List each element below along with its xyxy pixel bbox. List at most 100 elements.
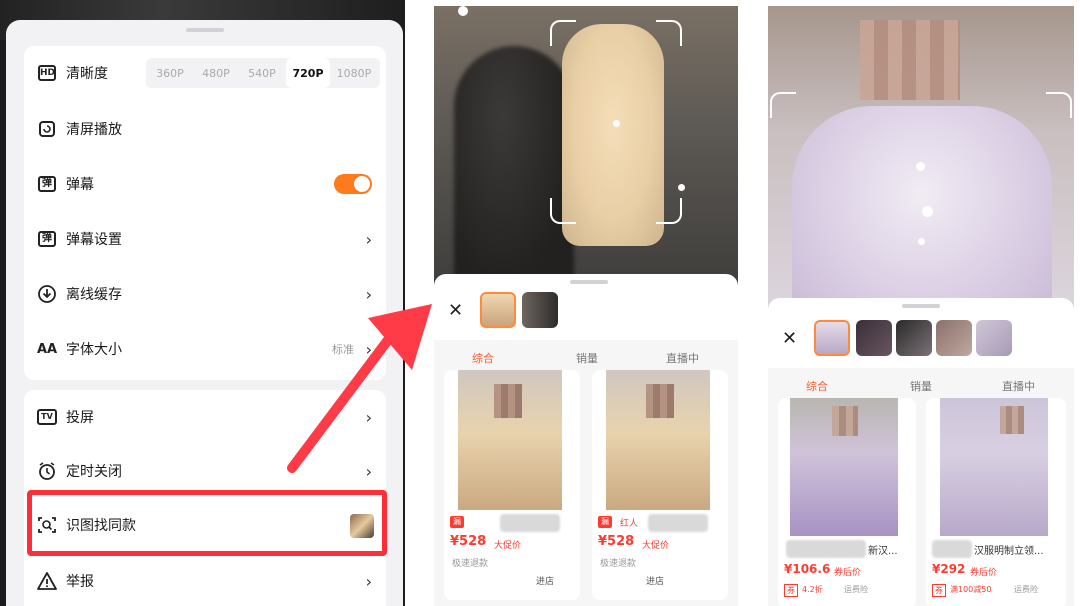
- coupon-badge: 券: [784, 584, 798, 597]
- close-icon[interactable]: ✕: [782, 328, 797, 349]
- tab-live[interactable]: 直播中: [1002, 378, 1035, 394]
- warning-icon: [36, 570, 58, 592]
- quality-selector: 360P 480P 540P 720P 1080P: [146, 58, 380, 88]
- clear-screen-row[interactable]: 清屏播放: [24, 102, 386, 156]
- detection-dot[interactable]: [916, 162, 925, 171]
- quality-option-360p[interactable]: 360P: [148, 58, 192, 88]
- download-icon: [36, 283, 58, 305]
- chevron-right-icon: ›: [365, 571, 372, 591]
- blurred-face: [860, 20, 960, 100]
- detection-dot[interactable]: [458, 6, 468, 16]
- report-row[interactable]: 举报 ›: [24, 554, 386, 606]
- price-note: 券后价: [970, 568, 998, 578]
- blurred-title: [786, 540, 866, 558]
- tab-comprehensive[interactable]: 综合: [806, 378, 828, 394]
- result-area: 综合 销量 直播中 漏 ¥528 大促价 极速退款 进店 漏 红人 ¥528 大…: [434, 340, 738, 606]
- blurred-face: [646, 384, 674, 418]
- tv-icon: TV: [36, 406, 58, 428]
- danmaku-icon: 弹: [36, 173, 58, 195]
- product-tag: 漏: [598, 516, 612, 528]
- result-area: 综合 销量 直播中 新汉... ¥106.6 券后价 券 4.2折 运费险 汉服…: [768, 368, 1074, 606]
- price-note: 券后价: [834, 568, 862, 578]
- detection-dot[interactable]: [613, 120, 620, 127]
- quality-row: HD 清晰度 360P 480P 540P 720P 1080P: [24, 46, 386, 100]
- quality-option-1080p[interactable]: 1080P: [332, 58, 376, 88]
- quality-label: 清晰度: [66, 66, 108, 82]
- product-card[interactable]: 漏 红人 ¥528 大促价 极速退款 进店: [592, 370, 728, 600]
- store-link[interactable]: 进店: [646, 574, 664, 587]
- product-note: 极速退款: [600, 559, 637, 569]
- product-card[interactable]: 新汉... ¥106.6 券后价 券 4.2折 运费险: [778, 398, 916, 606]
- coupon-note: 4.2折: [802, 585, 823, 594]
- detection-dot[interactable]: [918, 238, 925, 245]
- result-panel-left: ✕ 综合 销量 直播中 漏 ¥528 大促价 极速退款 进店 漏 红人 ¥528…: [434, 6, 738, 606]
- product-tag-secondary: 红人: [620, 519, 639, 529]
- price-note: 大促价: [642, 541, 670, 551]
- product-title-tail: 新汉...: [868, 546, 898, 557]
- detection-frame[interactable]: [770, 92, 1072, 306]
- tab-sales[interactable]: 销量: [910, 378, 932, 394]
- crop-thumbnail[interactable]: [936, 320, 972, 356]
- result-panel-right: ✕ 综合 销量 直播中 新汉... ¥106.6 券后价 券 4.2折 运费险 …: [768, 6, 1074, 606]
- quality-option-720p[interactable]: 720P: [286, 58, 330, 88]
- quality-option-540p[interactable]: 540P: [240, 58, 284, 88]
- sheet-handle[interactable]: [902, 304, 940, 308]
- crop-thumbnail[interactable]: [896, 320, 932, 356]
- blurred-title: [500, 514, 560, 532]
- crop-thumbnail-selected[interactable]: [814, 320, 850, 356]
- close-icon[interactable]: ✕: [448, 300, 463, 321]
- danmaku-row: 弹 弹幕: [24, 157, 386, 211]
- tab-live[interactable]: 直播中: [666, 350, 699, 366]
- alarm-clock-icon: [36, 460, 58, 482]
- offline-cache-label: 离线缓存: [66, 287, 122, 303]
- danmaku-toggle[interactable]: [334, 174, 372, 194]
- tab-comprehensive[interactable]: 综合: [472, 350, 494, 366]
- sheet-handle[interactable]: [186, 28, 224, 32]
- chevron-right-icon: ›: [365, 229, 372, 249]
- product-note: 极速退款: [452, 559, 489, 569]
- blurred-face: [1000, 406, 1024, 434]
- product-price: ¥528: [598, 534, 635, 549]
- danmaku-settings-label: 弹幕设置: [66, 232, 122, 248]
- product-tag: 漏: [450, 516, 464, 528]
- product-price: ¥106.6: [784, 562, 831, 576]
- blurred-face: [832, 406, 858, 436]
- red-arrow-icon: [287, 304, 432, 473]
- blurred-title: [932, 540, 972, 558]
- results-sheet: ✕ 综合 销量 直播中 漏 ¥528 大促价 极速退款 进店 漏 红人 ¥528…: [434, 274, 738, 606]
- detection-dot[interactable]: [678, 184, 685, 191]
- toggle-knob: [354, 176, 370, 192]
- blurred-face: [494, 384, 522, 418]
- store-link[interactable]: 进店: [536, 574, 554, 587]
- font-size-label: 字体大小: [66, 342, 122, 358]
- detection-dot[interactable]: [922, 206, 933, 217]
- product-card[interactable]: 漏 ¥528 大促价 极速退款 进店: [444, 370, 580, 600]
- coupon-note: 满100减50: [950, 585, 992, 594]
- crop-thumbnail-selected[interactable]: [480, 292, 516, 328]
- highlight-box: [27, 490, 387, 556]
- tab-sales[interactable]: 销量: [576, 350, 598, 366]
- product-card[interactable]: 汉服明制立领... ¥292 券后价 券 满100减50 运费险: [926, 398, 1066, 606]
- product-price: ¥292: [932, 562, 966, 576]
- screenshot-composite: HD 清晰度 360P 480P 540P 720P 1080P 清屏播放 弹 …: [0, 0, 1080, 606]
- hd-icon: HD: [36, 62, 58, 84]
- danmaku-settings-row[interactable]: 弹 弹幕设置 ›: [24, 212, 386, 266]
- crop-thumbnail[interactable]: [976, 320, 1012, 356]
- sleep-timer-label: 定时关闭: [66, 464, 122, 480]
- crop-thumbnail[interactable]: [522, 292, 558, 328]
- freight-insurance: 运费险: [1014, 585, 1038, 594]
- detection-frame[interactable]: [550, 20, 682, 224]
- crop-thumbnail[interactable]: [856, 320, 892, 356]
- danmaku-settings-icon: 弹: [36, 228, 58, 250]
- quality-option-480p[interactable]: 480P: [194, 58, 238, 88]
- freight-insurance: 运费险: [844, 585, 868, 594]
- cast-label: 投屏: [66, 410, 94, 426]
- product-title-tail: 汉服明制立领...: [974, 546, 1044, 557]
- report-label: 举报: [66, 574, 94, 590]
- results-sheet: ✕ 综合 销量 直播中 新汉... ¥106.6 券后价 券 4.2折 运费险 …: [768, 298, 1074, 606]
- clear-screen-label: 清屏播放: [66, 122, 122, 138]
- font-size-icon: AA: [36, 341, 58, 357]
- danmaku-label: 弹幕: [66, 177, 94, 193]
- price-note: 大促价: [494, 541, 522, 551]
- sheet-handle[interactable]: [570, 280, 608, 284]
